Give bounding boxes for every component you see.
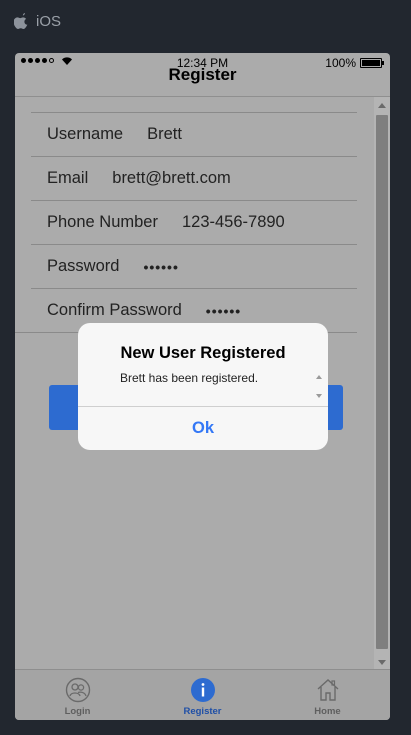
- ok-button[interactable]: Ok: [78, 407, 328, 450]
- username-label: Username: [47, 125, 124, 143]
- info-icon: [190, 678, 215, 702]
- registration-alert-dialog: New User Registered Brett has been regis…: [78, 323, 328, 450]
- confirm-password-label: Confirm Password: [47, 301, 182, 319]
- page-title: Register: [168, 65, 237, 84]
- password-label: Password: [47, 257, 120, 275]
- scroll-thumb[interactable]: [376, 115, 388, 649]
- scroll-down-icon[interactable]: [378, 660, 386, 665]
- tab-home[interactable]: Home: [265, 670, 390, 720]
- email-field[interactable]: brett@brett.com: [88, 169, 231, 188]
- phone-row[interactable]: Phone Number 123-456-7890: [31, 201, 357, 245]
- users-icon: [65, 677, 90, 703]
- phone-label: Phone Number: [47, 213, 158, 231]
- username-row[interactable]: Username Brett: [31, 113, 357, 157]
- nav-divider: [15, 96, 390, 97]
- dialog-title: New User Registered: [120, 344, 286, 362]
- username-field[interactable]: Brett: [123, 125, 182, 144]
- platform-label: iOS: [36, 12, 62, 30]
- register-form: Username Brett Email brett@brett.com Pho…: [15, 112, 357, 333]
- tab-login[interactable]: Login: [15, 670, 140, 720]
- email-row[interactable]: Email brett@brett.com: [31, 157, 357, 201]
- scrollbar[interactable]: [374, 97, 390, 671]
- apple-icon: [14, 13, 28, 29]
- phone-field[interactable]: 123-456-7890: [158, 213, 285, 232]
- scroll-up-icon[interactable]: [378, 103, 386, 108]
- email-label: Email: [47, 169, 89, 187]
- confirm-password-field[interactable]: ••••••: [182, 303, 241, 319]
- tab-login-label: Login: [64, 706, 91, 717]
- home-icon: [317, 679, 338, 701]
- platform-header: iOS: [14, 12, 61, 30]
- dialog-message: Brett has been registered.: [120, 371, 259, 385]
- password-row[interactable]: Password ••••••: [31, 245, 357, 289]
- tab-register[interactable]: Register: [140, 670, 265, 720]
- tab-register-label: Register: [183, 706, 222, 717]
- tab-bar: Login Register Home: [15, 669, 390, 720]
- dialog-scroll-down-icon[interactable]: [316, 394, 322, 398]
- dialog-scroll-up-icon[interactable]: [316, 375, 322, 379]
- tab-home-label: Home: [314, 706, 341, 717]
- password-field[interactable]: ••••••: [119, 259, 178, 275]
